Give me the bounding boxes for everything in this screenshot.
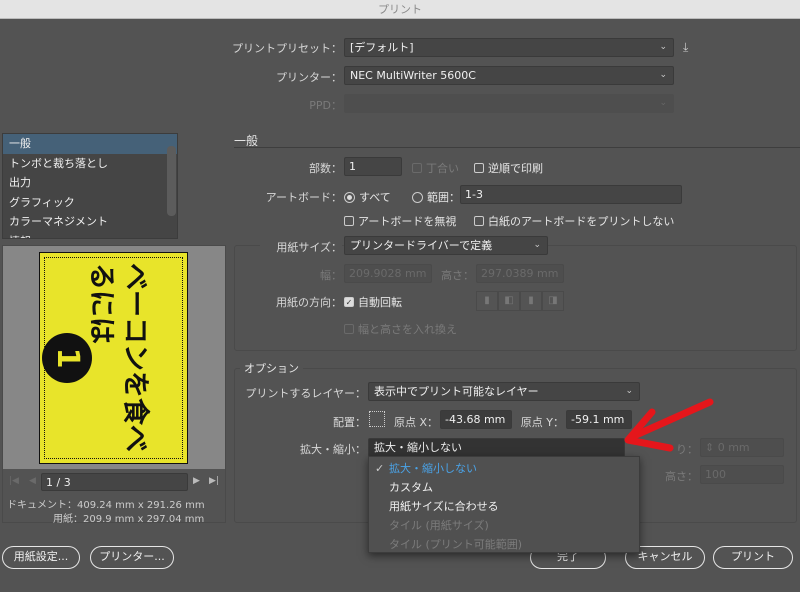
radio-icon bbox=[344, 191, 355, 203]
reverse-label: 逆順で印刷 bbox=[488, 162, 543, 175]
ppd-label: PPD： bbox=[309, 99, 342, 112]
chevron-down-icon: ⌄ bbox=[659, 42, 667, 52]
ignore-artboards-label: アートボードを無視 bbox=[358, 215, 457, 228]
copies-label: 部数： bbox=[309, 162, 342, 175]
menu-item-tile-printable: タイル (プリント可能範囲) bbox=[389, 538, 523, 551]
height-input: 297.0389 mm bbox=[476, 264, 564, 283]
sidebar-item-info[interactable]: 情報 bbox=[3, 232, 177, 239]
layers-label: プリントするレイヤー： bbox=[245, 387, 366, 400]
menu-item-no-scaling[interactable]: ✓ 拡大・縮小しない bbox=[369, 459, 639, 478]
skip-blank-label: 白紙のアートボードをプリントしない bbox=[488, 215, 675, 228]
checkbox-icon bbox=[474, 216, 484, 226]
preview-page: ベーコンを食べるには 1 bbox=[39, 252, 188, 464]
sidebar-item-graphics[interactable]: グラフィック bbox=[3, 193, 177, 213]
checkmark-icon: ✓ bbox=[344, 297, 354, 307]
preset-select[interactable]: [デフォルト] ⌄ bbox=[344, 38, 674, 57]
layers-value: 表示中でプリント可能なレイヤー bbox=[374, 385, 539, 398]
sidebar-item-color-management[interactable]: カラーマネジメント bbox=[3, 212, 177, 232]
artboard-range-radio[interactable]: 範囲： bbox=[412, 189, 460, 205]
menu-item-tile-paper: タイル (用紙サイズ) bbox=[389, 519, 489, 532]
transverse-label: 幅と高さを入れ換え bbox=[358, 323, 457, 336]
menu-item-custom[interactable]: カスタム bbox=[369, 478, 639, 497]
chevron-down-icon: ⌄ bbox=[659, 70, 667, 80]
scale-select[interactable]: 拡大・縮小しない bbox=[368, 438, 625, 457]
list-scrollbar[interactable] bbox=[167, 136, 176, 236]
collate-checkbox: 丁合い bbox=[412, 160, 459, 176]
paper-size-info: 用紙：209.9 mm x 297.04 mm bbox=[53, 514, 205, 525]
skip-blank-checkbox[interactable]: 白紙のアートボードをプリントしない bbox=[474, 213, 674, 229]
checkbox-icon bbox=[474, 163, 484, 173]
placement-grid-icon[interactable] bbox=[369, 411, 385, 427]
sidebar-item-marks-bleed[interactable]: トンボと裁ち落とし bbox=[3, 154, 177, 174]
page-number-input[interactable]: 1 / 3 bbox=[41, 473, 188, 491]
orientation-label: 用紙の方向： bbox=[276, 296, 342, 309]
sidebar-item-general[interactable]: 一般 bbox=[3, 134, 177, 154]
portrait-flipped-icon: ▮ bbox=[520, 291, 542, 311]
portrait-icon: ▮ bbox=[476, 291, 498, 311]
origin-y-label: 原点 Y： bbox=[520, 416, 564, 429]
width-label: 幅： bbox=[320, 269, 342, 282]
number-badge: 1 bbox=[42, 333, 92, 383]
scale-label: 拡大・縮小： bbox=[300, 443, 366, 456]
printer-label: プリンター： bbox=[276, 71, 342, 84]
artboard-all-radio[interactable]: すべて bbox=[344, 189, 391, 205]
menu-item-label: 拡大・縮小しない bbox=[389, 462, 477, 475]
page-setup-button[interactable]: 用紙設定... bbox=[2, 546, 80, 569]
menu-item-fit-to-page[interactable]: 用紙サイズに合わせる bbox=[369, 497, 639, 516]
category-list[interactable]: 一般 トンボと裁ち落とし 出力 グラフィック カラーマネジメント 情報 bbox=[2, 133, 178, 239]
checkbox-icon bbox=[344, 324, 354, 334]
document-size: ドキュメント：409.24 mm x 291.26 mm bbox=[7, 500, 205, 511]
paper-size-select[interactable]: プリンタードライバーで定義 ⌄ bbox=[344, 236, 548, 255]
height-label: 高さ： bbox=[441, 269, 474, 282]
all-label: すべて bbox=[359, 191, 391, 204]
reverse-order-checkbox[interactable]: 逆順で印刷 bbox=[474, 160, 543, 176]
landscape-flipped-icon: ◨ bbox=[542, 291, 564, 311]
transverse-checkbox: 幅と高さを入れ換え bbox=[344, 321, 457, 337]
preset-label: プリントプリセット： bbox=[232, 42, 342, 55]
ignore-artboards-checkbox[interactable]: アートボードを無視 bbox=[344, 213, 456, 229]
auto-rotate-label: 自動回転 bbox=[358, 296, 402, 309]
artboard-label: アートボード： bbox=[265, 191, 342, 204]
first-page-icon[interactable]: |◀ bbox=[9, 476, 19, 486]
options-title: オプション bbox=[240, 360, 303, 376]
printer-button[interactable]: プリンター... bbox=[90, 546, 174, 569]
last-page-icon[interactable]: ▶| bbox=[209, 476, 219, 486]
printer-value: NEC MultiWriter 5600C bbox=[350, 69, 476, 82]
auto-rotate-checkbox[interactable]: ✓ 自動回転 bbox=[344, 294, 402, 310]
prev-page-icon[interactable]: ◀ bbox=[29, 476, 36, 486]
width-input: 209.9028 mm bbox=[344, 264, 432, 283]
preview-panel: ベーコンを食べるには 1 |◀ ◀ 1 / 3 ▶ ▶| ドキュメント：409.… bbox=[2, 245, 226, 525]
range-label: 範囲： bbox=[427, 191, 460, 204]
next-page-icon[interactable]: ▶ bbox=[193, 476, 200, 486]
landscape-icon: ◧ bbox=[498, 291, 520, 311]
printer-select[interactable]: NEC MultiWriter 5600C ⌄ bbox=[344, 66, 674, 85]
scale-dropdown-menu[interactable]: ✓ 拡大・縮小しない カスタム 用紙サイズに合わせる タイル (用紙サイズ) タイ… bbox=[368, 456, 640, 553]
print-button[interactable]: プリント bbox=[713, 546, 793, 569]
preset-value: [デフォルト] bbox=[350, 41, 414, 54]
chevron-down-icon: ⌄ bbox=[659, 98, 667, 108]
origin-x-label: 原点 X： bbox=[393, 416, 438, 429]
ppd-select: ⌄ bbox=[344, 94, 674, 113]
checkmark-icon: ✓ bbox=[375, 462, 385, 475]
checkbox-icon bbox=[412, 163, 422, 173]
copies-input[interactable]: 1 bbox=[344, 157, 402, 176]
chevron-down-icon: ⌄ bbox=[533, 240, 541, 250]
scale-height-label: 高さ： bbox=[665, 470, 698, 483]
window-title: プリント bbox=[0, 0, 800, 19]
checkbox-icon bbox=[344, 216, 354, 226]
section-divider bbox=[234, 147, 800, 148]
red-arrow-annotation bbox=[624, 398, 714, 452]
sidebar-item-output[interactable]: 出力 bbox=[3, 173, 177, 193]
radio-icon bbox=[412, 191, 423, 203]
collate-label: 丁合い bbox=[426, 162, 459, 175]
range-input[interactable]: 1-3 bbox=[460, 185, 682, 204]
paper-size-label: 用紙サイズ： bbox=[260, 239, 342, 255]
save-preset-icon[interactable]: ⤓ bbox=[683, 40, 688, 55]
scale-value: 拡大・縮小しない bbox=[374, 441, 462, 454]
paper-size-value: プリンタードライバーで定義 bbox=[350, 239, 493, 252]
origin-x-input[interactable]: -43.68 mm bbox=[440, 410, 512, 429]
orientation-buttons: ▮ ◧ ▮ ◨ bbox=[476, 291, 564, 311]
placement-label: 配置： bbox=[333, 416, 366, 429]
